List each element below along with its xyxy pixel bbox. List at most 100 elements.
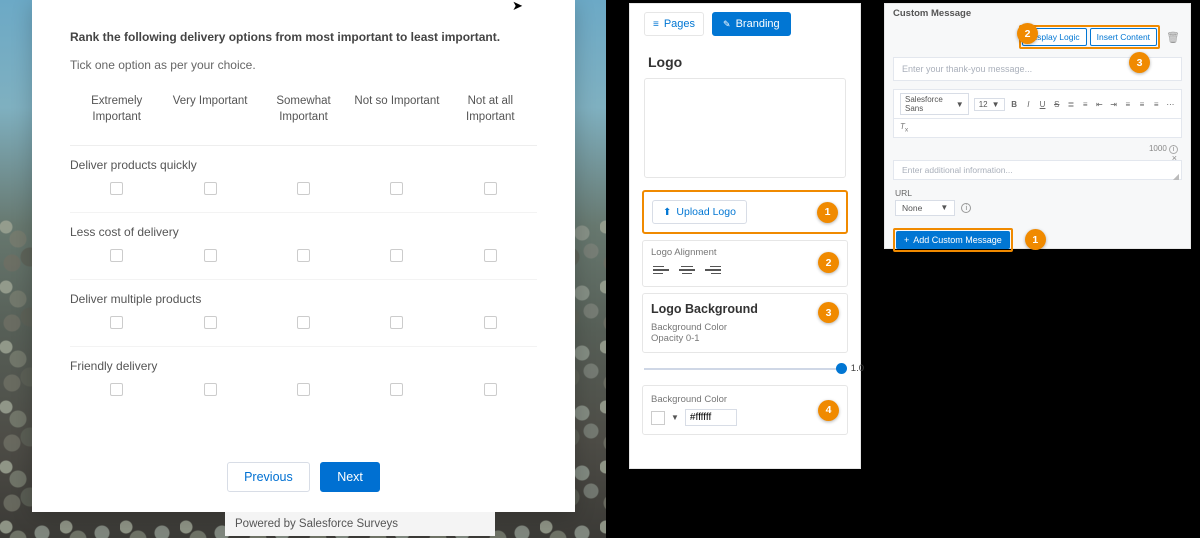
col-header: Somewhat Important: [257, 94, 350, 125]
slider-thumb[interactable]: [836, 363, 847, 374]
additional-info-input[interactable]: Enter additional information... × ◢: [893, 160, 1182, 180]
rank-checkbox[interactable]: [204, 249, 217, 262]
tab-branding-label: Branding: [736, 18, 780, 30]
strike-icon[interactable]: S: [1052, 100, 1061, 109]
powered-by: Powered by Salesforce Surveys: [225, 512, 495, 536]
rank-checkbox[interactable]: [204, 182, 217, 195]
list-ul-icon[interactable]: ≣: [1066, 100, 1075, 109]
additional-info-placeholder: Enter additional information...: [902, 165, 1013, 175]
align-center-icon[interactable]: [677, 262, 697, 278]
list-ol-icon[interactable]: ≡: [1081, 100, 1090, 109]
row-label: Friendly delivery: [70, 355, 537, 383]
hex-input[interactable]: [685, 409, 737, 426]
resize-handle-icon[interactable]: ◢: [1173, 172, 1179, 181]
annotation-marker-3: 3: [818, 302, 839, 323]
col-header: Not at all Important: [444, 94, 537, 125]
alignment-label: Logo Alignment: [651, 247, 723, 258]
logo-heading: Logo: [630, 44, 860, 76]
rank-checkbox[interactable]: [390, 383, 403, 396]
align-right-icon[interactable]: [703, 262, 723, 278]
insert-content-button[interactable]: Insert Content: [1090, 28, 1157, 46]
align-left-icon[interactable]: [651, 262, 671, 278]
align-right-icon[interactable]: ≡: [1152, 100, 1161, 109]
chevron-down-icon: ▼: [992, 100, 1000, 109]
rank-checkbox[interactable]: [110, 383, 123, 396]
annotation-marker-1: 1: [1025, 229, 1046, 250]
upload-logo-button[interactable]: ⬆ Upload Logo: [652, 200, 747, 224]
survey-card: ➤ Rank the following delivery options fr…: [32, 0, 575, 512]
trash-icon[interactable]: 🗑: [1164, 31, 1182, 44]
opacity-label: Background Color Opacity 0-1: [651, 322, 761, 344]
rank-checkbox[interactable]: [390, 182, 403, 195]
info-icon: i: [961, 203, 971, 213]
bold-icon[interactable]: B: [1010, 100, 1019, 109]
italic-icon[interactable]: I: [1024, 100, 1033, 109]
rank-checkbox[interactable]: [390, 316, 403, 329]
annotation-marker-2: 2: [818, 252, 839, 273]
add-message-label: Add Custom Message: [913, 235, 1002, 245]
rank-checkbox[interactable]: [110, 182, 123, 195]
char-count: 1000 i: [885, 142, 1190, 158]
chevron-down-icon: ▼: [940, 203, 948, 212]
rank-checkbox[interactable]: [297, 316, 310, 329]
rank-checkbox[interactable]: [110, 316, 123, 329]
pencil-icon: ✎: [723, 19, 731, 30]
previous-button[interactable]: Previous: [227, 462, 310, 492]
opacity-slider[interactable]: 1.0: [644, 359, 846, 379]
custom-message-heading: Custom Message: [885, 4, 1190, 23]
rank-checkbox[interactable]: [297, 249, 310, 262]
rank-checkbox[interactable]: [484, 383, 497, 396]
align-center-icon[interactable]: ≡: [1137, 100, 1146, 109]
rank-checkbox[interactable]: [484, 316, 497, 329]
rank-checkbox[interactable]: [484, 249, 497, 262]
font-value: Salesforce Sans: [905, 95, 952, 113]
tab-pages-label: Pages: [664, 18, 695, 30]
upload-icon: ⬆: [663, 207, 671, 218]
outdent-icon[interactable]: ⇤: [1095, 100, 1104, 109]
indent-icon[interactable]: ⇥: [1109, 100, 1118, 109]
row-label: Deliver multiple products: [70, 288, 537, 316]
align-left-icon[interactable]: ≡: [1123, 100, 1132, 109]
url-select[interactable]: None ▼: [895, 200, 955, 216]
underline-icon[interactable]: U: [1038, 100, 1047, 109]
survey-row: Deliver products quickly: [70, 146, 537, 213]
slider-track: [644, 368, 846, 370]
tab-branding[interactable]: ✎ Branding: [712, 12, 791, 36]
next-button[interactable]: Next: [320, 462, 380, 492]
rank-checkbox[interactable]: [204, 316, 217, 329]
plus-icon: +: [904, 235, 909, 245]
color-swatch[interactable]: [651, 411, 665, 425]
annotation-marker-4: 4: [818, 400, 839, 421]
add-message-highlight: + Add Custom Message: [893, 228, 1013, 252]
logo-background-block: Logo Background Background Color Opacity…: [642, 293, 848, 353]
annotation-marker-2: 2: [1017, 23, 1038, 44]
close-icon[interactable]: ×: [1172, 153, 1177, 163]
slider-value: 1.0: [851, 363, 864, 374]
chevron-down-icon[interactable]: ▼: [671, 413, 679, 422]
annotation-marker-3: 3: [1129, 52, 1150, 73]
clear-format-icon[interactable]: Tx: [900, 122, 908, 131]
row-label: Deliver products quickly: [70, 154, 537, 182]
size-select[interactable]: 12▼: [974, 98, 1005, 111]
toolbar-row-2: Tx: [893, 119, 1182, 138]
row-label: Less cost of delivery: [70, 221, 537, 249]
survey-background: ➤ Rank the following delivery options fr…: [0, 0, 606, 538]
survey-row: Less cost of delivery: [70, 213, 537, 280]
rank-checkbox[interactable]: [297, 182, 310, 195]
survey-instruction: Tick one option as per your choice.: [70, 58, 537, 72]
tab-pages[interactable]: ≡ Pages: [644, 12, 704, 36]
logo-preview: [644, 78, 846, 178]
rank-checkbox[interactable]: [110, 249, 123, 262]
rank-checkbox[interactable]: [390, 249, 403, 262]
survey-question: Rank the following delivery options from…: [70, 30, 537, 44]
rank-checkbox[interactable]: [204, 383, 217, 396]
custom-message-panel: Custom Message 2 Display Logic Insert Co…: [884, 3, 1191, 249]
add-custom-message-button[interactable]: + Add Custom Message: [896, 231, 1010, 249]
font-select[interactable]: Salesforce Sans▼: [900, 93, 969, 115]
logo-alignment-block: Logo Alignment 2: [642, 240, 848, 287]
rank-checkbox[interactable]: [484, 182, 497, 195]
rank-checkbox[interactable]: [297, 383, 310, 396]
logo-background-heading: Logo Background: [651, 302, 761, 316]
background-color-block: Background Color ▼ 4: [642, 385, 848, 435]
more-icon[interactable]: ⋯: [1166, 100, 1175, 109]
